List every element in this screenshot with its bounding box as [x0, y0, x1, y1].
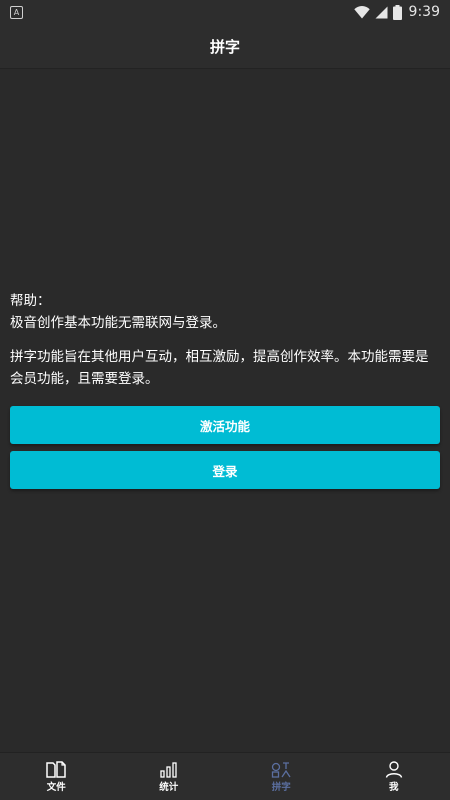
- nav-item-me[interactable]: 我: [338, 753, 450, 800]
- bottom-navigation: 文件 统计 拼字 我: [0, 752, 450, 800]
- nav-item-stats[interactable]: 统计: [113, 753, 226, 800]
- app-bar: 拼字: [0, 24, 450, 69]
- battery-icon: [392, 4, 402, 20]
- status-left: A: [10, 5, 23, 19]
- app-screen: A 9:39 拼字 帮助： 极音创作基本功能无需联网与登录。 拼字功能旨在其他用…: [0, 0, 450, 800]
- nav-label-files: 文件: [46, 782, 66, 793]
- nav-item-spell[interactable]: 拼字: [225, 753, 338, 800]
- clock: 9:39: [408, 4, 440, 20]
- spell-icon: [272, 762, 291, 778]
- nav-label-stats: 统计: [159, 782, 179, 793]
- user-icon: [385, 761, 402, 778]
- nav-label-me: 我: [388, 782, 399, 793]
- login-button[interactable]: 登录: [10, 451, 440, 489]
- status-right: 9:39: [353, 4, 440, 20]
- help-offline-note: 极音创作基本功能无需联网与登录。: [10, 315, 226, 331]
- file-icon: [46, 761, 66, 778]
- nav-label-spell: 拼字: [271, 782, 291, 793]
- app-notification-icon: A: [10, 5, 23, 19]
- nav-item-files[interactable]: 文件: [0, 753, 113, 800]
- status-bar: A 9:39: [0, 0, 450, 24]
- signal-icon: [375, 6, 388, 18]
- activate-feature-button[interactable]: 激活功能: [10, 406, 440, 444]
- feature-description: 拼字功能旨在其他用户互动，相互激励，提高创作效率。本功能需要是会员功能，且需要登…: [10, 349, 429, 387]
- help-content: 帮助： 极音创作基本功能无需联网与登录。 拼字功能旨在其他用户互动，相互激励，提…: [10, 290, 440, 404]
- wifi-icon: [353, 5, 370, 18]
- page-title: 拼字: [209, 37, 240, 56]
- help-heading: 帮助：: [10, 293, 51, 309]
- bar-chart-icon: [160, 762, 177, 778]
